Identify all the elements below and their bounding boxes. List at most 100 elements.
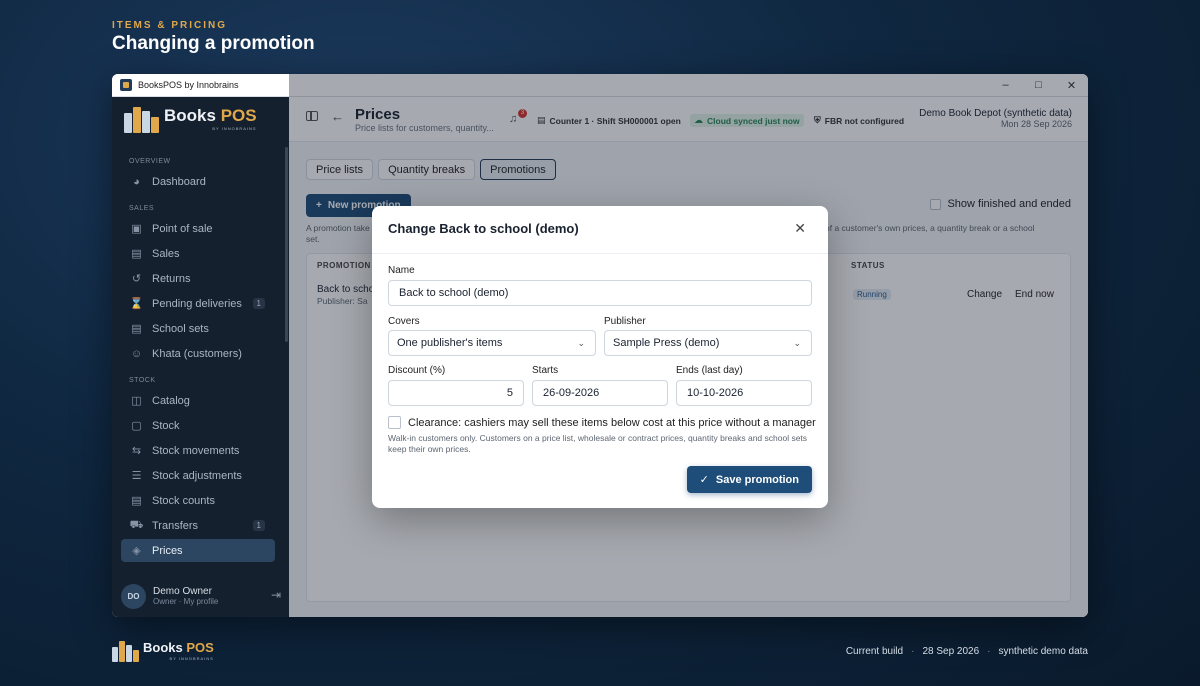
ends-date-field[interactable]: 10-10-2026 bbox=[676, 380, 812, 406]
sidebar-item-stock-counts[interactable]: ▤ Stock counts bbox=[121, 489, 275, 512]
change-promotion-dialog: Change Back to school (demo) ✕ Name Back… bbox=[372, 206, 828, 508]
chevron-down-icon: ⌄ bbox=[793, 337, 801, 348]
logout-icon[interactable]: ⇥ bbox=[271, 588, 281, 602]
footer-brand-sub: BY INNOBRAINS bbox=[169, 656, 214, 661]
scan-icon: ▣ bbox=[131, 223, 142, 235]
count-badge: 1 bbox=[252, 520, 265, 531]
discount-label: Discount (%) bbox=[388, 365, 446, 376]
brand-sub: BY INNOBRAINS bbox=[212, 125, 257, 131]
user-role: Owner · My profile bbox=[153, 597, 219, 606]
covers-value: One publisher's items bbox=[397, 337, 503, 349]
hourglass-icon: ⌛ bbox=[129, 298, 144, 310]
save-label: Save promotion bbox=[715, 473, 799, 486]
undo-icon: ↺ bbox=[131, 273, 142, 285]
ends-label: Ends (last day) bbox=[676, 365, 743, 376]
sidebar-item-prices[interactable]: ◈ Prices bbox=[121, 539, 275, 562]
sidebar-item-label: Stock adjustments bbox=[152, 469, 242, 482]
sidebar-item-stock[interactable]: ▢ Stock bbox=[121, 414, 275, 437]
clearance-checkbox[interactable] bbox=[388, 416, 401, 429]
sliders-icon: ☰ bbox=[131, 470, 142, 482]
nav-section-sales: SALES bbox=[129, 205, 155, 212]
sidebar-item-label: Khata (customers) bbox=[152, 347, 242, 360]
publisher-value: Sample Press (demo) bbox=[613, 337, 720, 349]
sidebar-item-label: Dashboard bbox=[152, 175, 206, 188]
avatar: DO bbox=[121, 583, 146, 609]
app-logo-icon bbox=[120, 79, 132, 91]
sidebar-item-label: Stock movements bbox=[152, 444, 240, 457]
chevron-down-icon: ⌄ bbox=[577, 337, 585, 348]
gauge-icon: ◕ bbox=[133, 175, 140, 188]
sidebar-item-school-sets[interactable]: ▤ School sets bbox=[121, 317, 275, 340]
clearance-option[interactable]: Clearance: cashiers may sell these items… bbox=[388, 416, 816, 429]
backpack-icon: ▤ bbox=[131, 323, 142, 335]
books-logo-icon bbox=[124, 105, 160, 133]
clearance-label: Clearance: cashiers may sell these items… bbox=[408, 416, 816, 429]
sidebar-item-pending-deliveries[interactable]: ⌛ Pending deliveries 1 bbox=[121, 292, 275, 315]
arrows-icon: ⇆ bbox=[131, 445, 142, 457]
footer-brand-books: Books bbox=[143, 640, 183, 655]
brand-logo: Books POS BY INNOBRAINS bbox=[124, 105, 257, 133]
clearance-hint: Walk-in customers only. Customers on a p… bbox=[388, 433, 808, 454]
page-heading: Changing a promotion bbox=[112, 33, 315, 54]
sidebar-item-sales[interactable]: ▤ Sales bbox=[121, 242, 275, 265]
name-field[interactable]: Back to school (demo) bbox=[388, 280, 812, 306]
brand-books: Books bbox=[164, 105, 216, 125]
sidebar-item-label: Pending deliveries bbox=[152, 297, 242, 310]
covers-label: Covers bbox=[388, 316, 420, 327]
nav-section-stock: STOCK bbox=[129, 377, 156, 384]
sidebar-item-returns[interactable]: ↺ Returns bbox=[121, 267, 275, 290]
book-icon: ◫ bbox=[131, 395, 142, 407]
dialog-title: Change Back to school (demo) bbox=[388, 221, 579, 236]
dialog-divider bbox=[372, 253, 828, 254]
sidebar-item-catalog[interactable]: ◫ Catalog bbox=[121, 389, 275, 412]
publisher-select[interactable]: Sample Press (demo) ⌄ bbox=[604, 330, 812, 356]
user-name: Demo Owner bbox=[153, 586, 212, 597]
tag-icon: ◈ bbox=[132, 545, 141, 557]
footer-logo: Books POS BY INNOBRAINS bbox=[112, 640, 214, 662]
sidebar-item-stock-movements[interactable]: ⇆ Stock movements bbox=[121, 439, 275, 462]
sidebar-item-khata[interactable]: ☺ Khata (customers) bbox=[121, 342, 275, 365]
receipt-icon: ▤ bbox=[131, 248, 142, 260]
sidebar-item-label: Point of sale bbox=[152, 222, 213, 235]
covers-select[interactable]: One publisher's items ⌄ bbox=[388, 330, 596, 356]
books-logo-icon bbox=[112, 640, 140, 662]
footer-brand-pos: POS bbox=[186, 640, 214, 655]
publisher-label: Publisher bbox=[604, 316, 646, 327]
box-icon: ▢ bbox=[131, 420, 142, 432]
count-badge: 1 bbox=[252, 298, 265, 309]
starts-date-field[interactable]: 26-09-2026 bbox=[532, 380, 668, 406]
save-promotion-button[interactable]: ✓ Save promotion bbox=[686, 466, 812, 493]
name-label: Name bbox=[388, 265, 415, 276]
footer-build: Current build bbox=[845, 646, 904, 657]
sidebar-item-label: Stock bbox=[152, 419, 180, 432]
nav-section-overview: OVERVIEW bbox=[129, 158, 171, 165]
app-window: BooksPOS by Innobrains – □ ✕ Books POS B… bbox=[112, 74, 1088, 617]
window-title: BooksPOS by Innobrains bbox=[138, 80, 239, 90]
close-icon[interactable]: ✕ bbox=[794, 220, 806, 237]
sidebar-item-point-of-sale[interactable]: ▣ Point of sale bbox=[121, 217, 275, 240]
footer-date: 28 Sep 2026 bbox=[922, 646, 980, 657]
discount-field[interactable]: 5 bbox=[388, 380, 524, 406]
sidebar-item-label: Transfers bbox=[152, 519, 199, 532]
sidebar-item-stock-adjustments[interactable]: ☰ Stock adjustments bbox=[121, 464, 275, 487]
user-profile[interactable]: DO Demo Owner Owner · My profile ⇥ bbox=[121, 582, 281, 610]
footer-data-note: synthetic demo data bbox=[998, 646, 1089, 657]
sidebar-item-label: Catalog bbox=[152, 394, 190, 407]
sidebar-item-dashboard[interactable]: ◕ Dashboard bbox=[121, 170, 275, 193]
users-icon: ☺ bbox=[130, 347, 143, 360]
sidebar-scrollbar[interactable] bbox=[285, 147, 288, 342]
sidebar: Books POS BY INNOBRAINS OVERVIEW ◕ Dashb… bbox=[112, 97, 289, 617]
clipboard-icon: ▤ bbox=[131, 495, 142, 507]
sidebar-item-label: Prices bbox=[152, 544, 183, 557]
check-circle-icon: ✓ bbox=[699, 474, 709, 486]
footer-meta: Current build · 28 Sep 2026 · synthetic … bbox=[845, 646, 1089, 657]
section-kicker: ITEMS & PRICING bbox=[112, 20, 228, 31]
truck-icon: ⛟ bbox=[129, 518, 144, 531]
brand-pos: POS bbox=[220, 105, 257, 125]
sidebar-item-transfers[interactable]: ⛟ Transfers 1 bbox=[121, 514, 275, 537]
sidebar-item-label: School sets bbox=[152, 322, 209, 335]
starts-label: Starts bbox=[532, 365, 559, 376]
sidebar-item-label: Sales bbox=[152, 247, 180, 260]
sidebar-item-label: Returns bbox=[152, 272, 191, 285]
sidebar-item-label: Stock counts bbox=[152, 494, 215, 507]
